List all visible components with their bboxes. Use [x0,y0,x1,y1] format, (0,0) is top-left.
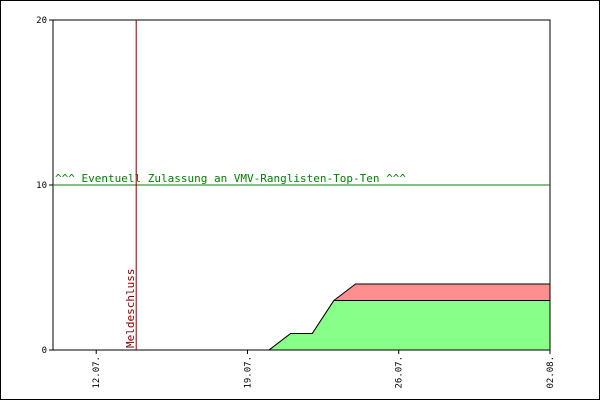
y-tick-label: 10 [36,181,47,191]
chart-frame: 0 10 20 12.07. 19.07. 26.07. 02.08. ^^^ Eventu… [0,0,600,400]
area-series-group [69,283,550,351]
series-area [69,300,550,350]
entries-chart: 0 10 20 12.07. 19.07. 26.07. 02.08. ^^^ Eventu… [36,16,556,389]
x-tick-label: 12.07. [92,356,102,389]
y-tick-label: 20 [36,16,47,26]
deadline-label: Meldeschluss [124,269,137,348]
threshold-label: ^^^ Eventuell Zulassung an VMV-Rangliste… [55,172,406,185]
x-tick-label: 26.07. [395,356,405,389]
x-tick-label: 19.07. [243,356,253,389]
x-tick-label: 02.08. [546,356,556,389]
y-tick-label: 0 [42,346,47,356]
